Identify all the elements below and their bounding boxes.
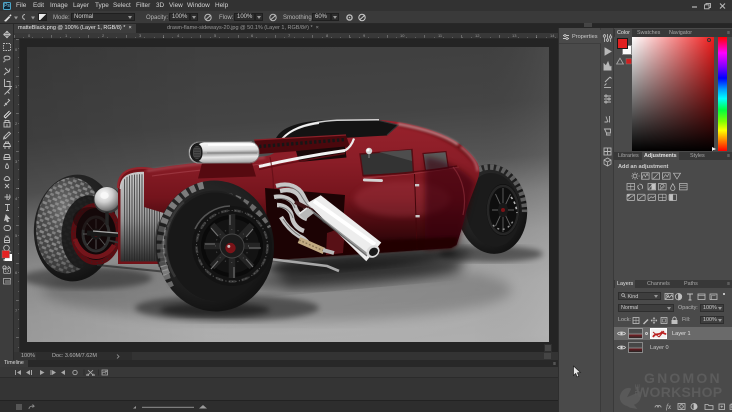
svg-text:fx: fx xyxy=(666,403,672,411)
svg-text:WORKSHOP: WORKSHOP xyxy=(636,384,722,400)
